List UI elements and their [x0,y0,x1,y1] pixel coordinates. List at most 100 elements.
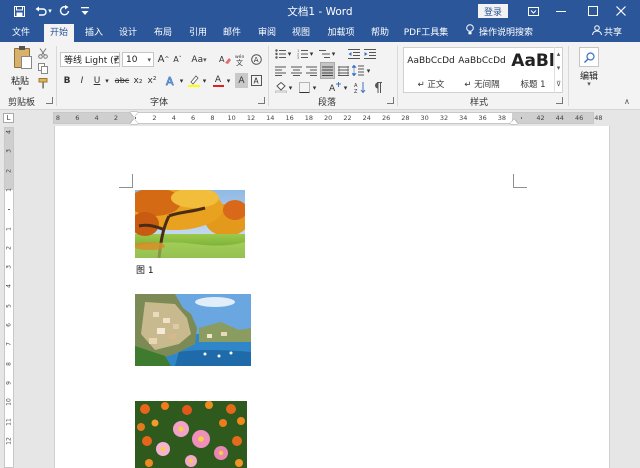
tab-mailings[interactable]: 邮件 [218,24,246,42]
decrease-indent-icon[interactable] [347,46,361,61]
bullets-dropdown-icon[interactable]: ▾ [286,46,293,61]
coastal-village-photo[interactable] [135,294,251,366]
italic-button[interactable]: I [76,73,88,88]
tab-pdf-tools[interactable]: PDF工具集 [401,24,451,42]
sort-icon[interactable]: AZ [353,80,367,95]
superscript-button[interactable]: x² [146,73,158,88]
change-case-button[interactable]: Aa ▾ [189,52,209,67]
align-center-icon[interactable] [290,63,303,78]
grow-font-button[interactable]: A ^ [157,52,170,67]
numbering-icon[interactable]: 123 [296,46,308,61]
gallery-scroll-up-icon[interactable]: ▴ [554,47,562,61]
asian-layout-icon[interactable]: A [328,80,342,95]
borders-dropdown-icon[interactable]: ▾ [311,80,318,95]
clear-formatting-icon[interactable]: A [218,52,232,67]
tab-layout[interactable]: 布局 [149,24,177,42]
share-button[interactable]: 共享 [592,24,622,42]
bold-button[interactable]: B [61,73,73,88]
justify-icon[interactable] [320,62,335,79]
tab-help[interactable]: 帮助 [366,24,394,42]
paste-dropdown-icon[interactable]: ▾ [6,85,34,93]
ruler-tick-label: 2 [113,114,118,122]
font-color-button[interactable]: A [211,73,225,88]
shading-dropdown-icon[interactable]: ▾ [287,80,294,95]
ruler-tick-label: 4 [171,114,176,122]
document-page[interactable]: 图 1 [54,126,610,468]
phonetic-guide-icon[interactable]: wén 文 [234,52,248,67]
asian-layout-dropdown-icon[interactable]: ▾ [342,80,349,95]
align-left-icon[interactable] [274,63,287,78]
font-name-combo[interactable]: 等线 Light (西 ▾ [60,52,120,67]
editing-button[interactable]: 编辑 ▾ [574,45,604,93]
undo-dropdown-icon[interactable]: ▾ [46,2,54,20]
ruler-tick-mark [521,117,523,119]
gallery-more-icon[interactable]: ⊽ [554,75,562,93]
paste-button[interactable]: 粘贴 ▾ [6,44,40,94]
autumn-park-photo[interactable] [135,190,245,258]
font-launcher-icon[interactable] [258,97,265,104]
vertical-ruler[interactable]: 4 3 2 1 1 2 3 4 5 6 7 8 9 10 11 12 [4,127,14,468]
horizontal-ruler[interactable]: 8 6 4 2 2 4 6 8 10 12 14 16 18 20 22 24 26 28 30 32 34 36 38 42… [53,112,603,124]
line-spacing-icon[interactable] [351,63,365,78]
subscript-button[interactable]: x₂ [132,73,144,88]
underline-dropdown-icon[interactable]: ▾ [103,73,111,88]
align-right-icon[interactable] [305,63,318,78]
underline-button[interactable]: U [91,73,103,88]
highlight-icon[interactable] [187,73,201,88]
strikethrough-button[interactable]: abc [114,73,130,88]
tab-home[interactable]: 开始 [44,24,74,42]
copy-icon[interactable] [36,61,50,76]
distributed-icon[interactable] [337,63,350,78]
redo-icon[interactable] [56,2,74,20]
customize-qat-icon[interactable] [76,2,94,20]
tab-file[interactable]: 文件 [4,24,38,42]
first-line-indent-marker[interactable] [130,112,138,117]
gallery-scroll-down-icon[interactable]: ▾ [554,61,562,75]
tab-selector[interactable]: L [3,113,14,123]
tab-review[interactable]: 审阅 [253,24,281,42]
text-effects-icon[interactable]: A [164,73,178,88]
tab-design[interactable]: 设计 [114,24,142,42]
tell-me-search[interactable]: 操作说明搜索 [466,24,533,42]
increase-indent-icon[interactable] [363,46,377,61]
hanging-indent-marker[interactable] [130,119,138,124]
paragraph-launcher-icon[interactable] [387,97,394,104]
crop-mark-top-left [119,174,133,188]
multilevel-dropdown-icon[interactable]: ▾ [330,46,337,61]
text-effects-dropdown-icon[interactable]: ▾ [178,73,185,88]
close-icon[interactable] [600,0,640,22]
tab-insert[interactable]: 插入 [80,24,108,42]
ruler-tick-label: 4 [94,114,99,122]
enclose-characters-icon[interactable]: A [250,52,263,67]
font-size-combo[interactable]: 10 ▾ [122,52,154,67]
highlight-dropdown-icon[interactable]: ▾ [201,73,208,88]
tab-add-ins[interactable]: 加载项 [322,24,360,42]
character-border-icon[interactable]: A [250,73,263,88]
clipboard-launcher-icon[interactable] [46,97,53,104]
tab-references[interactable]: 引用 [184,24,212,42]
show-marks-icon[interactable] [370,80,384,95]
right-indent-marker[interactable] [510,119,518,124]
bullets-icon[interactable] [274,46,286,61]
shading-icon[interactable] [274,80,287,95]
font-color-dropdown-icon[interactable]: ▾ [225,73,232,88]
vertical-scrollbar[interactable] [630,127,640,468]
cut-icon[interactable] [36,46,50,61]
save-icon[interactable] [10,2,28,20]
tab-view[interactable]: 视图 [287,24,315,42]
line-spacing-dropdown-icon[interactable]: ▾ [365,63,372,78]
style-no-spacing[interactable]: AaBbCcDd ↵ 无间隔 [457,50,507,92]
login-button[interactable]: 登录 [478,4,508,18]
format-painter-icon[interactable] [36,76,50,91]
styles-launcher-icon[interactable] [556,97,563,104]
character-shading-button[interactable]: A [235,73,248,88]
multilevel-list-icon[interactable] [318,46,330,61]
style-heading-1[interactable]: AaBl 标题 1 [508,50,558,92]
collapse-ribbon-icon[interactable]: ∧ [624,97,630,106]
vruler-tick-label: 5 [5,303,13,308]
style-normal[interactable]: AaBbCcDd ↵ 正文 [406,50,456,92]
pink-flowers-photo[interactable] [135,401,247,468]
numbering-dropdown-icon[interactable]: ▾ [308,46,315,61]
borders-icon[interactable] [298,80,311,95]
shrink-font-button[interactable]: Aˇ [171,52,184,67]
